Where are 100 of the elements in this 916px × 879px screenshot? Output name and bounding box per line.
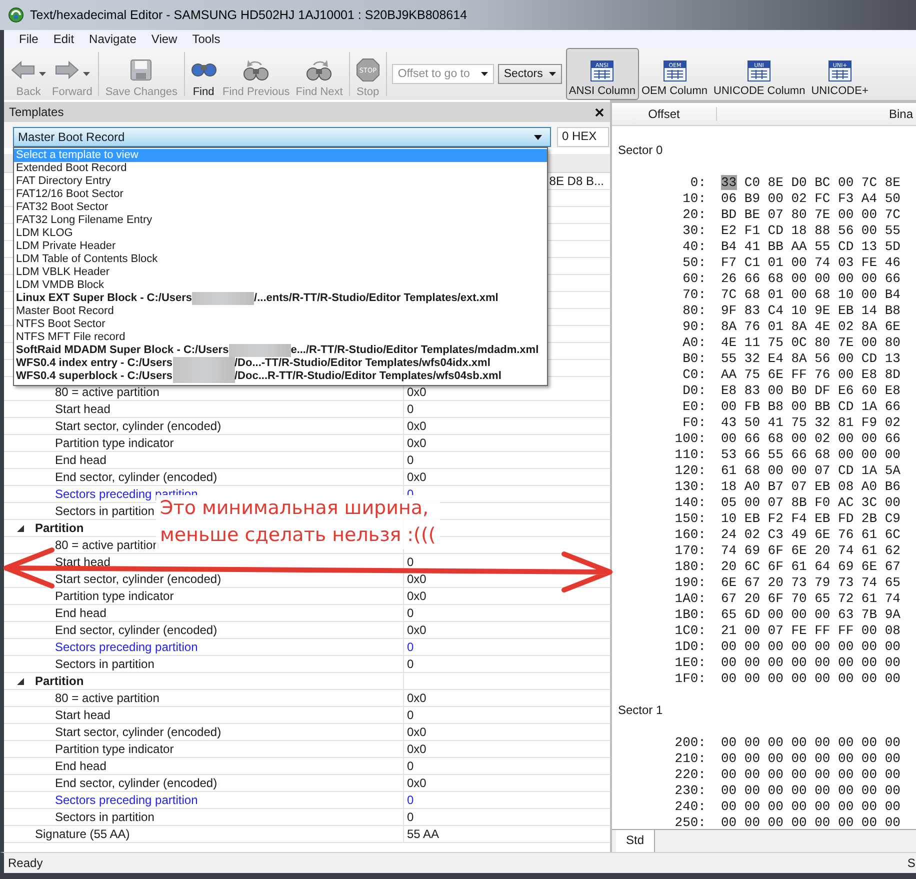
expander-icon[interactable] <box>17 678 24 684</box>
hex-bytes: 00 00 00 00 00 00 00 00 <box>721 782 900 798</box>
template-option[interactable]: LDM Table of Contents Block <box>14 253 547 266</box>
menu-item[interactable]: File <box>12 32 46 46</box>
offset-text: 0: <box>689 174 707 190</box>
expander-icon[interactable] <box>17 524 24 532</box>
field-value: 0x0 <box>407 470 426 484</box>
view-tab[interactable]: Std <box>616 830 656 852</box>
field-label: Sectors in partition <box>55 810 154 824</box>
hex-bytes: 05 00 07 8B F0 AC 3C 00 <box>721 494 900 510</box>
menu-item[interactable]: Tools <box>185 32 228 46</box>
value-cell-text: 8E D8 B... <box>548 174 605 188</box>
template-option[interactable]: LDM VMDB Block <box>14 279 547 292</box>
field-label: Start sector, cylinder (encoded) <box>55 419 222 433</box>
template-option[interactable]: Linux EXT Super Block - C:/Users /...ents/R-TT/R-Studio/Editor Templates/ext.xml <box>14 292 547 305</box>
field-label: Partition type indicator <box>55 589 174 603</box>
field-value: 0x0 <box>407 623 426 637</box>
template-option[interactable]: FAT12/16 Boot Sector <box>14 188 547 201</box>
find-button[interactable]: Find <box>188 48 220 100</box>
field-value: 0 <box>407 759 414 773</box>
field-label: Partition type indicator <box>55 742 174 756</box>
template-option[interactable]: NTFS Boot Sector <box>14 318 547 331</box>
offset-text: 1E0: <box>674 654 707 670</box>
field-value: 0 <box>407 402 414 416</box>
app-icon <box>8 7 24 23</box>
hex-bytes: 00 00 00 00 00 00 00 00 <box>721 814 900 829</box>
hex-bytes: 7C 68 01 00 68 10 00 B4 <box>721 286 900 302</box>
offset-text: 50: <box>682 254 707 270</box>
hex-bytes: 00 00 00 00 00 00 00 00 <box>721 654 900 670</box>
status-text: Ready <box>7 856 43 870</box>
hex-bytes: 55 32 E4 8A 56 00 CD 13 <box>721 350 900 366</box>
offset-text: 10: <box>682 190 707 206</box>
unit-dropdown[interactable]: Sectors <box>498 64 562 84</box>
field-label: 80 = active partition <box>55 538 160 552</box>
offset-text: 180: <box>674 558 707 574</box>
caret-icon <box>480 72 488 76</box>
field-label: Start head <box>55 708 110 722</box>
field-label: 80 = active partition <box>55 691 160 705</box>
offset-text: 210: <box>674 750 707 766</box>
template-option[interactable]: LDM VBLK Header <box>14 266 547 279</box>
offset-text: B0: <box>682 350 707 366</box>
offset-text: 20: <box>682 206 707 222</box>
field-label: Partition type indicator <box>55 436 174 450</box>
offset-text: 250: <box>674 814 707 829</box>
offset-text: F0: <box>682 414 707 430</box>
hex-bytes: 6E 67 20 73 79 73 74 65 <box>721 574 900 590</box>
offset-text: 70: <box>682 286 707 302</box>
hex-bytes: F7 C1 01 00 74 03 FE 46 <box>721 254 900 270</box>
offset-text: 1D0: <box>674 638 707 654</box>
template-option[interactable]: FAT32 Long Filename Entry <box>14 214 547 227</box>
hex-bytes: 18 A0 B7 07 EB 08 A0 B6 <box>721 478 900 494</box>
template-option[interactable]: LDM Private Header <box>14 240 547 253</box>
template-option[interactable]: SoftRaid MDADM Super Block - C:/Users e.../R-TT/R-Studio/Editor Templates/mdadm.xml <box>14 344 547 357</box>
hex-bytes: 00 00 00 00 00 00 00 00 <box>721 798 900 814</box>
template-dropdown[interactable]: Master Boot Record <box>13 127 551 147</box>
hex-bytes: 74 69 6F 6E 20 74 61 62 <box>721 542 900 558</box>
template-option[interactable]: WFS0.4 index entry - C:/Users /Do...-TT/R-Studio/Editor Templates/wfs04idx.xml <box>14 357 547 370</box>
field-label: Sectors in partition <box>55 504 154 518</box>
template-option[interactable]: Master Boot Record <box>14 305 547 318</box>
offset-text: 110: <box>674 446 707 462</box>
right-arrow-icon <box>54 61 79 79</box>
hex-bytes: 61 68 00 00 07 CD 1A 5A <box>721 462 900 478</box>
status-text: Si <box>907 856 916 870</box>
offset-text: 160: <box>674 526 707 542</box>
offset-text: 80: <box>682 302 707 318</box>
template-option[interactable]: Extended Boot Record <box>14 162 547 175</box>
cursor-byte[interactable]: 33 <box>721 174 737 190</box>
template-option[interactable]: FAT32 Boot Sector <box>14 201 547 214</box>
template-option[interactable]: WFS0.4 superblock - C:/Users /Doc...R-TT/R-Studio/Editor Templates/wfs04sb.xml <box>14 370 547 383</box>
field-value: 0 <box>407 793 414 807</box>
column-header: Bina <box>888 107 914 121</box>
field-value: 0x0 <box>407 572 426 586</box>
group-label: Partition <box>35 674 84 688</box>
left-arrow-icon <box>11 61 35 79</box>
field-value: 0x0 <box>407 436 426 450</box>
menu-item[interactable]: View <box>144 32 186 46</box>
offset-text: 170: <box>674 542 707 558</box>
offset-text: 40: <box>682 238 707 254</box>
hex-bytes: 53 66 55 66 68 00 00 00 <box>721 446 900 462</box>
field-label: Sectors preceding partition <box>55 793 198 807</box>
window-title: Text/hexadecimal Editor - SAMSUNG HD502HJ 1AJ10001 : S20BJ9KB808614 <box>30 8 468 22</box>
caret-icon <box>534 134 542 140</box>
template-option[interactable]: FAT Directory Entry <box>14 175 547 188</box>
hex-bytes: BD BE 07 80 7E 00 00 7C <box>721 206 900 222</box>
field-label: Start sector, cylinder (encoded) <box>55 572 222 586</box>
template-option[interactable]: NTFS MFT File record <box>14 331 547 344</box>
field-label: Sectors preceding partition <box>55 640 198 654</box>
field-value: 0x0 <box>407 776 426 790</box>
menu-item[interactable]: Edit <box>46 32 82 46</box>
offset-text: D0: <box>682 382 707 398</box>
menu-item[interactable]: Navigate <box>82 32 144 46</box>
sector-label: Sector 0 <box>617 142 664 159</box>
template-option[interactable]: LDM KLOG <box>14 227 547 240</box>
hex-bytes: C0 8E D0 BC 00 7C 8E <box>744 174 900 190</box>
sector-label: Sector 1 <box>617 702 664 719</box>
field-label: 80 = active partition <box>55 385 160 399</box>
offset-text: 200: <box>674 734 707 750</box>
close-icon[interactable] <box>595 108 604 116</box>
offset-field[interactable]: 0 HEX <box>557 127 609 147</box>
offset-text: 1A0: <box>674 590 707 606</box>
